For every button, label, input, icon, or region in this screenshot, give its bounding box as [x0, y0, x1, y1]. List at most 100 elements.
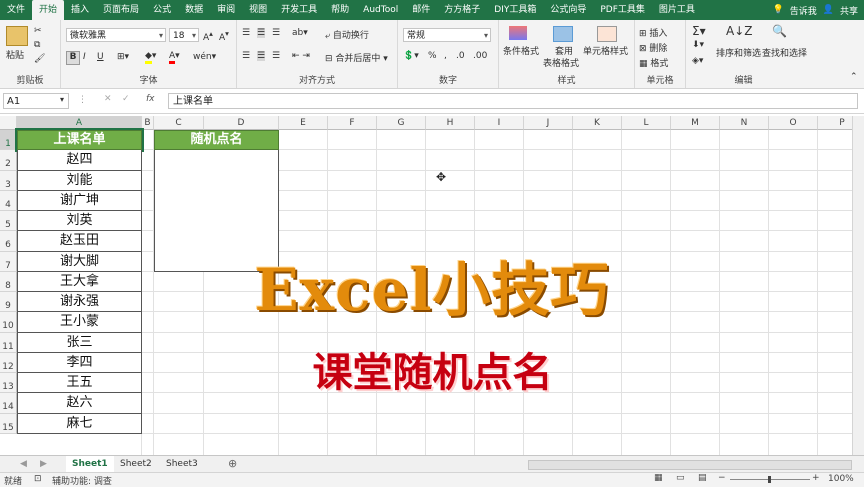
enter-icon[interactable]: ✓: [122, 94, 130, 104]
name-cell[interactable]: 赵玉田: [17, 231, 142, 252]
sheet-tab-2[interactable]: Sheet2: [114, 456, 158, 472]
clear-icon[interactable]: ◈▾: [692, 56, 703, 66]
row-header[interactable]: 12: [0, 352, 17, 373]
ribbon-tab[interactable]: 图片工具: [652, 0, 702, 20]
row-header[interactable]: 6: [0, 231, 17, 252]
ribbon-tab[interactable]: AudTool: [356, 0, 405, 20]
border-icon[interactable]: ⊞▾: [117, 52, 129, 62]
increase-decimal-icon[interactable]: .0: [456, 51, 465, 61]
merge-center-button[interactable]: ⊟ 合并后居中 ▾: [325, 51, 388, 64]
prev-sheet-icon[interactable]: ◀: [14, 456, 33, 472]
column-header[interactable]: K: [573, 116, 622, 130]
delete-button[interactable]: ⊠ 删除: [639, 41, 667, 54]
paste-icon[interactable]: [6, 26, 28, 46]
column-header[interactable]: O: [769, 116, 818, 130]
zoom-level[interactable]: 100%: [828, 474, 854, 484]
add-sheet-button[interactable]: ⊕: [222, 456, 243, 472]
percent-icon[interactable]: %: [428, 51, 437, 61]
copy-icon[interactable]: ⧉: [34, 40, 40, 50]
row-header[interactable]: 2: [0, 150, 17, 171]
insert-button[interactable]: ⊞ 插入: [639, 26, 667, 39]
fill-color-icon[interactable]: ◆▾: [145, 51, 156, 64]
horizontal-scrollbar[interactable]: [528, 460, 852, 470]
row-header[interactable]: 1: [0, 130, 17, 151]
align-center-icon[interactable]: ☰: [257, 51, 266, 61]
column-header[interactable]: F: [328, 116, 377, 130]
comma-icon[interactable]: ,: [444, 51, 447, 61]
font-size-select[interactable]: 18 ▾: [169, 28, 199, 42]
normal-view-icon[interactable]: ▦: [654, 473, 663, 483]
ribbon-tab[interactable]: 页面布局: [96, 0, 146, 20]
tell-me-button[interactable]: 告诉我: [790, 4, 817, 17]
align-right-icon[interactable]: ☰: [272, 51, 280, 61]
name-cell[interactable]: 刘英: [17, 211, 142, 232]
zoom-slider-thumb[interactable]: [768, 476, 771, 483]
font-color-icon[interactable]: A▾: [169, 51, 180, 64]
name-cell[interactable]: 王大拿: [17, 271, 142, 292]
zoom-out-icon[interactable]: −: [718, 473, 726, 483]
row-header[interactable]: 14: [0, 393, 17, 414]
format-button[interactable]: ▦ 格式: [639, 56, 668, 69]
phonetic-icon[interactable]: wén▾: [193, 52, 216, 62]
column-header[interactable]: M: [671, 116, 720, 130]
column-header[interactable]: B: [142, 116, 154, 130]
find-select-button[interactable]: 查找和选择: [762, 46, 807, 59]
align-middle-icon[interactable]: ☰: [257, 28, 266, 38]
ribbon-tab[interactable]: 数据: [178, 0, 210, 20]
indent-icon[interactable]: ⇤ ⇥: [292, 51, 310, 61]
column-header[interactable]: L: [622, 116, 671, 130]
row-header[interactable]: 3: [0, 170, 17, 191]
share-button[interactable]: 共享: [840, 4, 858, 17]
insert-function-button[interactable]: fx: [146, 94, 155, 104]
row-header[interactable]: 13: [0, 373, 17, 394]
ribbon-tab[interactable]: 帮助: [324, 0, 356, 20]
number-format-select[interactable]: 常规 ▾: [403, 28, 491, 42]
row-header[interactable]: 11: [0, 332, 17, 353]
ribbon-tab[interactable]: 邮件: [405, 0, 437, 20]
align-left-icon[interactable]: ☰: [242, 51, 250, 61]
column-header[interactable]: A: [17, 116, 142, 130]
vertical-scrollbar[interactable]: [852, 116, 864, 455]
name-box-dropdown-icon[interactable]: ▾: [60, 95, 64, 104]
column-header[interactable]: J: [524, 116, 573, 130]
currency-icon[interactable]: 💲▾: [403, 51, 419, 61]
macro-record-icon[interactable]: ⊡: [34, 474, 42, 484]
row-header[interactable]: 10: [0, 312, 17, 333]
column-header[interactable]: C: [154, 116, 204, 130]
column-header[interactable]: E: [279, 116, 328, 130]
name-cell[interactable]: 王小蒙: [17, 312, 142, 333]
font-name-select[interactable]: 微软雅黑 ▾: [66, 28, 166, 42]
cell-styles-button[interactable]: 单元格样式: [583, 44, 628, 57]
row-header[interactable]: 5: [0, 211, 17, 232]
ribbon-tab[interactable]: PDF工具集: [593, 0, 652, 20]
fill-icon[interactable]: ⬇▾: [692, 40, 704, 50]
italic-button[interactable]: I: [83, 52, 86, 62]
ribbon-tab[interactable]: 公式向导: [543, 0, 593, 20]
name-cell[interactable]: 谢永强: [17, 292, 142, 313]
row-header[interactable]: 8: [0, 271, 17, 292]
paste-button[interactable]: 粘贴: [6, 48, 24, 61]
decrease-decimal-icon[interactable]: .00: [473, 51, 487, 61]
name-cell[interactable]: 谢大脚: [17, 251, 142, 272]
column-header[interactable]: N: [720, 116, 769, 130]
ribbon-tab[interactable]: 文件: [0, 0, 32, 20]
row-header[interactable]: 9: [0, 292, 17, 313]
row-header[interactable]: 15: [0, 413, 17, 434]
increase-font-icon[interactable]: A▴: [203, 29, 213, 43]
next-sheet-icon[interactable]: ▶: [34, 456, 53, 472]
decrease-font-icon[interactable]: A▾: [219, 29, 229, 43]
sheet-tab-3[interactable]: Sheet3: [160, 456, 204, 472]
random-header-cell[interactable]: 随机点名: [154, 130, 279, 151]
name-cell[interactable]: 张三: [17, 332, 142, 353]
ribbon-tab[interactable]: DIY工具箱: [487, 0, 543, 20]
name-cell[interactable]: 李四: [17, 352, 142, 373]
select-all-corner[interactable]: [0, 116, 17, 130]
name-cell[interactable]: 王五: [17, 373, 142, 394]
name-cell[interactable]: 赵四: [17, 150, 142, 171]
row-header[interactable]: 7: [0, 251, 17, 272]
align-bottom-icon[interactable]: ☰: [272, 28, 280, 38]
collapse-ribbon-icon[interactable]: ⌃: [850, 72, 858, 82]
accessibility-status[interactable]: 辅助功能: 调查: [52, 474, 112, 487]
align-top-icon[interactable]: ☰: [242, 28, 250, 38]
ribbon-tab[interactable]: 视图: [242, 0, 274, 20]
